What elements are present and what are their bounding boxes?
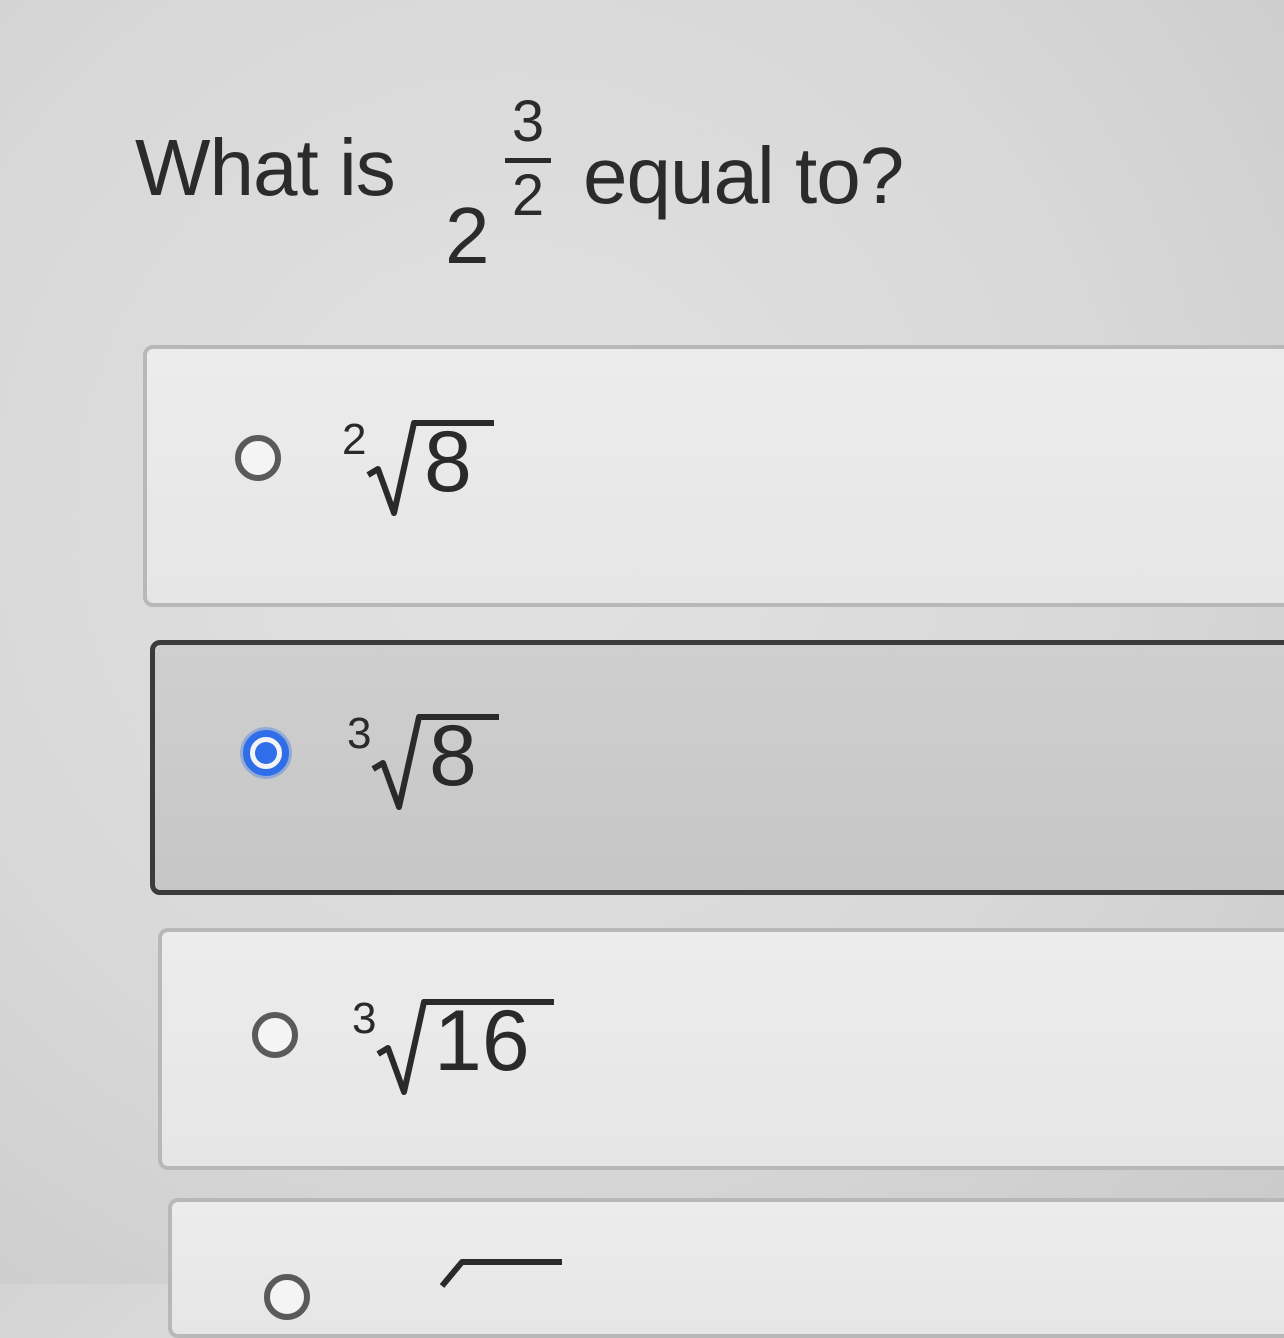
exponent-fraction: 3 2 — [503, 88, 553, 238]
radicand: 16 — [434, 993, 530, 1089]
radio-button-unchecked[interactable] — [235, 435, 281, 481]
question-text: What is 2 3 2 equal to? — [135, 80, 1235, 280]
radio-selected-dot — [255, 742, 277, 764]
question-suffix: equal to? — [583, 131, 904, 220]
radical-sign-icon — [439, 1259, 562, 1288]
exponent-numerator: 3 — [511, 89, 545, 154]
exponent-denominator: 2 — [511, 163, 545, 228]
root-index: 3 — [352, 994, 377, 1043]
radicand: 8 — [424, 414, 472, 510]
exponent-base: 2 — [445, 191, 490, 280]
answer-option-4[interactable] — [168, 1198, 1284, 1338]
root-index: 2 — [342, 415, 367, 464]
radio-button-unchecked[interactable] — [252, 1012, 298, 1058]
answer-option-3[interactable]: 3 16 — [158, 928, 1284, 1170]
radicand: 8 — [429, 708, 477, 804]
answer-option-1[interactable]: 2 8 — [143, 345, 1284, 607]
root-expression: 2 8 — [342, 409, 542, 529]
radio-button-unchecked[interactable] — [264, 1274, 310, 1320]
root-index: 3 — [347, 709, 372, 758]
question-prefix: What is — [135, 123, 396, 212]
radio-button-checked[interactable] — [243, 730, 289, 776]
root-expression: 3 8 — [347, 703, 547, 823]
root-expression: 3 16 — [352, 988, 612, 1108]
answer-option-2[interactable]: 3 8 — [150, 640, 1284, 895]
